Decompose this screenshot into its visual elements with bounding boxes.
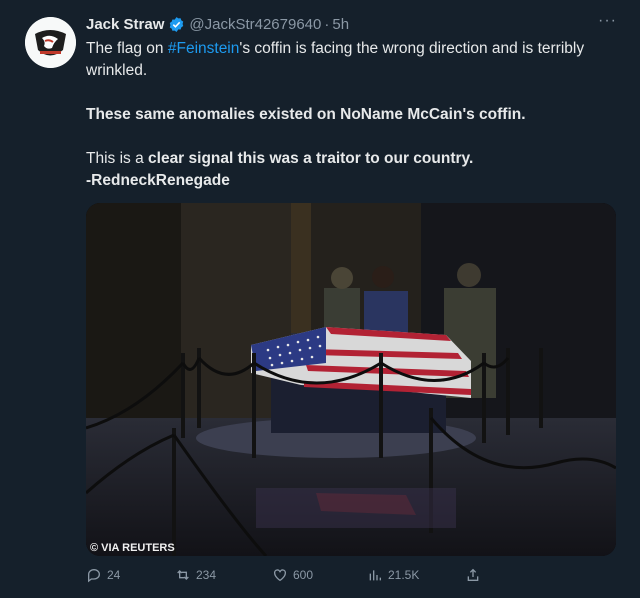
display-name[interactable]: Jack Straw [86,16,164,33]
coffin-photo-image [86,203,616,556]
avatar-logo-icon [25,17,76,68]
like-button[interactable]: 600 [272,565,313,585]
tweet-signature: -RedneckRenegade [86,172,230,189]
more-options-button[interactable]: ··· [598,12,617,30]
tweet-actions: 24 234 600 21.5K [86,565,606,585]
share-icon [467,568,479,581]
views-chart-icon [369,570,381,581]
reply-icon [88,569,100,583]
timestamp[interactable]: 5h [332,16,349,33]
retweet-icon [177,570,189,580]
tweet-paragraph-3: This is a clear signal this was a traito… [86,148,473,170]
retweet-count: 234 [196,568,217,582]
like-count: 600 [293,568,314,582]
reply-count: 24 [107,568,121,582]
tweet-photo[interactable] [86,203,616,556]
heart-icon [274,569,286,582]
avatar[interactable] [25,17,76,68]
separator-dot: · [324,15,330,33]
tweet-header: Jack Straw @JackStr42679640 · 5h [86,14,349,34]
tweet[interactable]: Jack Straw @JackStr42679640 · 5h ··· The… [0,0,640,598]
photo-credit: © VIA REUTERS [90,542,175,554]
views-button[interactable]: 21.5K [367,565,419,585]
views-count: 21.5K [388,568,420,582]
tweet-paragraph-1: The flag on #Feinstein's coffin is facin… [86,38,616,82]
reply-button[interactable]: 24 [86,565,120,585]
text-segment: This is a [86,150,149,167]
share-button[interactable] [465,565,481,585]
verified-badge-icon [170,16,184,32]
hashtag-link[interactable]: #Feinstein [168,40,240,57]
tweet-paragraph-2: These same anomalies existed on NoName M… [86,106,526,123]
retweet-button[interactable]: 234 [175,565,216,585]
text-segment-bold: clear signal this was a traitor to our c… [148,150,474,167]
text-segment: The flag on [86,40,168,57]
user-handle[interactable]: @JackStr42679640 [189,16,321,33]
